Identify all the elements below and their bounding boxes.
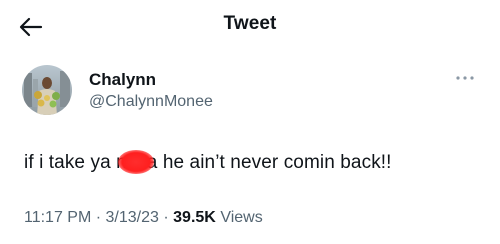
redaction-scribble (117, 150, 154, 174)
views-count[interactable]: 39.5K (173, 209, 216, 226)
avatar[interactable] (22, 65, 72, 115)
tweet-time[interactable]: 11:17 PM (24, 209, 91, 226)
tweet-meta: 11:17 PM · 3/13/23 · 39.5K Views (24, 209, 263, 227)
meta-separator: · (95, 209, 102, 226)
top-bar: Tweet (0, 0, 500, 52)
author-handle[interactable]: @ChalynnMonee (89, 93, 213, 111)
more-horizontal-icon (456, 76, 474, 80)
page-title: Tweet (223, 13, 277, 34)
tweet-text-part-2: a he ain’t never comin back!! (146, 152, 392, 173)
tweet-text-part-1: if i take ya n (24, 152, 127, 173)
meta-separator: · (163, 209, 169, 226)
author-display-name[interactable]: Chalynn (89, 70, 156, 90)
tweet-text: if i take ya n a he ain’t never comin bac… (24, 150, 392, 174)
more-options-button[interactable] (452, 70, 478, 86)
profile-photo (22, 65, 72, 115)
tweet-date[interactable]: 3/13/23 (106, 209, 159, 226)
views-label: Views (220, 209, 263, 226)
